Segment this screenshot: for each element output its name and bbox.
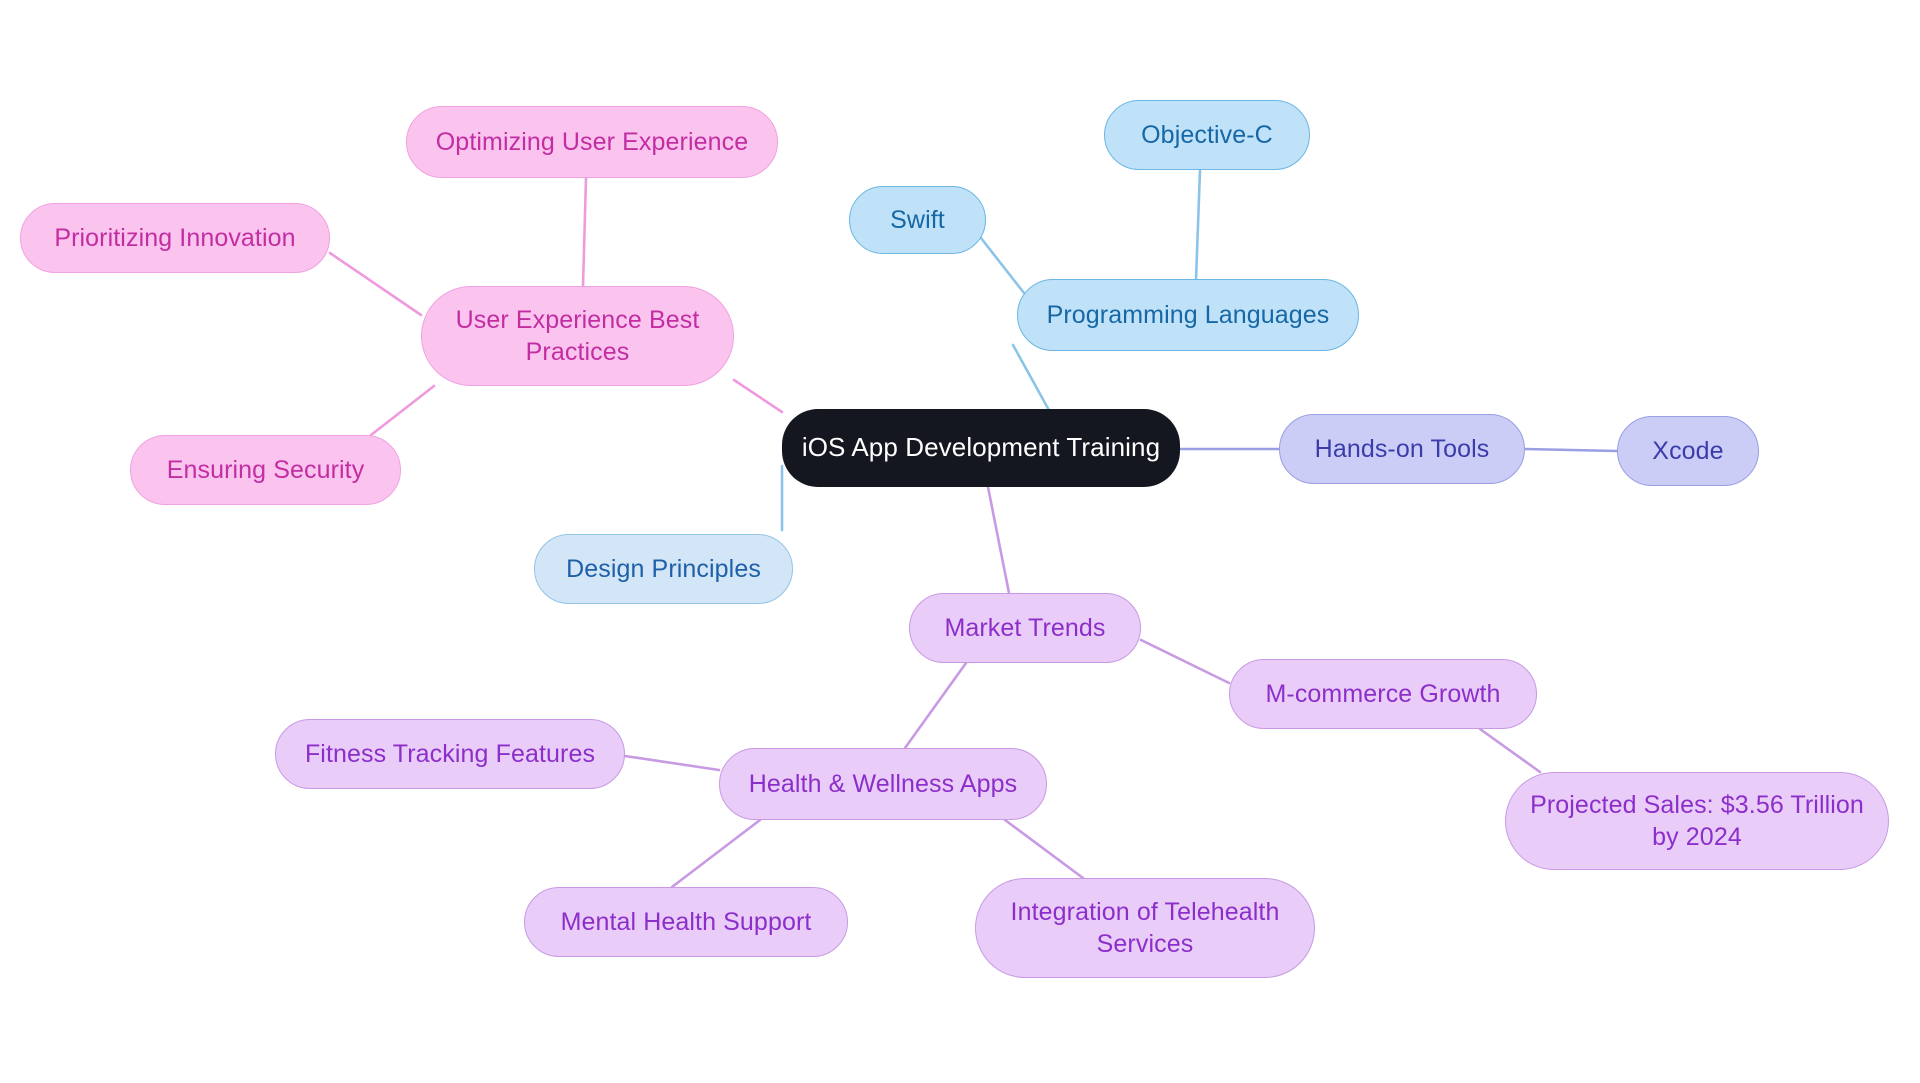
node-ensuring-security[interactable]: Ensuring Security [130,435,401,505]
node-integration-telehealth[interactable]: Integration of Telehealth Services [975,878,1315,978]
edge-user-experience-best-practices-to-optimizing-user-experience [581,176,588,288]
edge-user-experience-best-practices-to-ensuring-security [369,384,436,437]
edge-health-wellness-apps-to-mental-health-support [670,818,762,889]
edge-health-wellness-apps-to-fitness-tracking-features [623,754,721,772]
node-fitness-tracking-features[interactable]: Fitness Tracking Features [275,719,625,789]
node-programming-languages[interactable]: Programming Languages [1017,279,1359,351]
edge-programming-languages-to-objective-c [1194,168,1202,282]
node-projected-sales[interactable]: Projected Sales: $3.56 Trillion by 2024 [1505,772,1889,870]
mindmap-edges [328,168,1619,889]
node-mental-health-support[interactable]: Mental Health Support [524,887,848,957]
node-market-trends[interactable]: Market Trends [909,593,1141,663]
node-hands-on-tools[interactable]: Hands-on Tools [1279,414,1525,484]
edge-root-to-programming-languages [1011,343,1052,414]
node-objective-c[interactable]: Objective-C [1104,100,1310,170]
edge-user-experience-best-practices-to-prioritizing-innovation [328,251,423,317]
node-design-principles[interactable]: Design Principles [534,534,793,604]
mindmap-canvas: iOS App Development Training Programming … [0,0,1920,1083]
edge-root-to-market-trends [986,485,1011,595]
node-user-experience-best-practices[interactable]: User Experience Best Practices [421,286,734,386]
edge-market-trends-to-m-commerce-growth [1139,638,1231,685]
edge-root-to-user-experience-best-practices [732,378,784,414]
node-swift[interactable]: Swift [849,186,986,254]
root-node-root[interactable]: iOS App Development Training [782,409,1180,487]
edge-market-trends-to-health-wellness-apps [903,661,968,750]
node-prioritizing-innovation[interactable]: Prioritizing Innovation [20,203,330,273]
edge-health-wellness-apps-to-integration-telehealth [1003,818,1085,880]
node-m-commerce-growth[interactable]: M-commerce Growth [1229,659,1537,729]
edge-m-commerce-growth-to-projected-sales [1478,727,1542,774]
node-xcode[interactable]: Xcode [1617,416,1759,486]
node-health-wellness-apps[interactable]: Health & Wellness Apps [719,748,1047,820]
node-optimizing-user-experience[interactable]: Optimizing User Experience [406,106,778,178]
edge-hands-on-tools-to-xcode [1523,447,1619,453]
